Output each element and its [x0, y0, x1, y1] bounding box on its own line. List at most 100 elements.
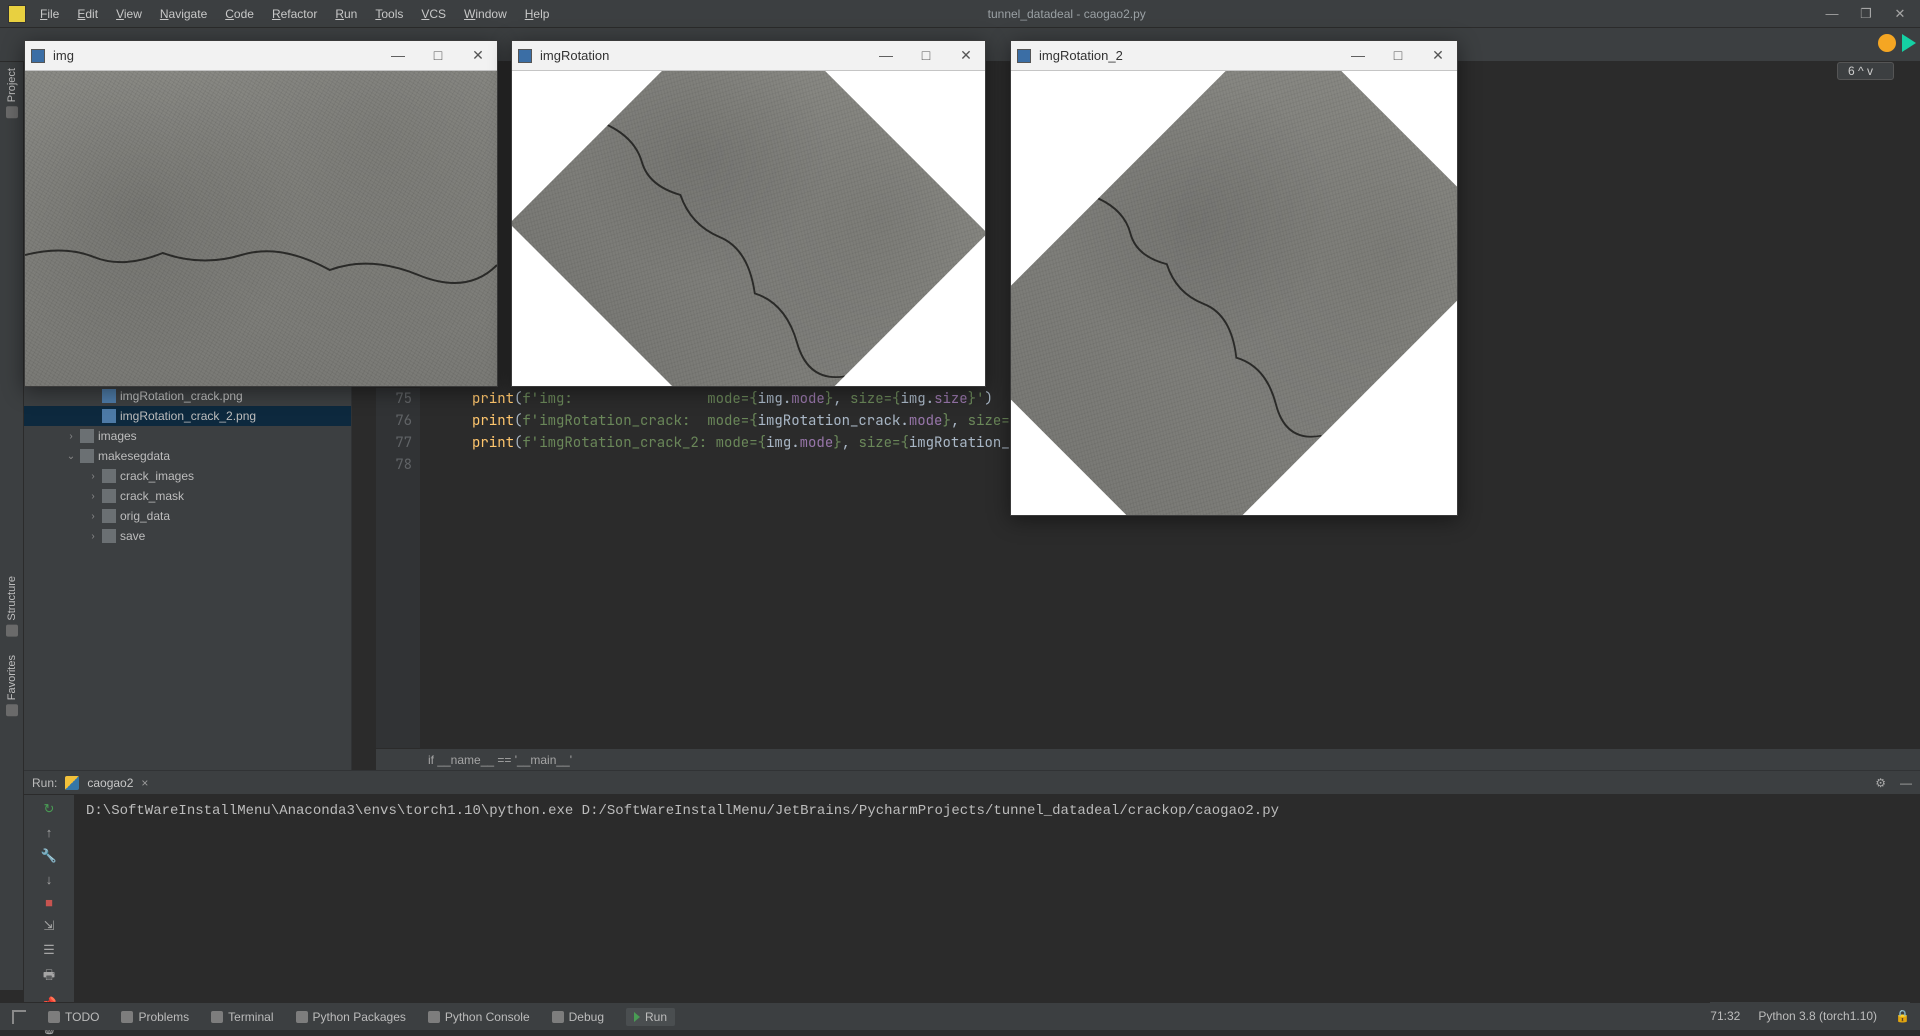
tree-item[interactable]: imgRotation_crack.png	[24, 386, 351, 406]
lock-icon[interactable]: 🔒	[1895, 1009, 1910, 1023]
chevron-icon[interactable]: ⌄	[66, 451, 76, 462]
maximize-button[interactable]: □	[913, 47, 939, 64]
tool-icon	[48, 1011, 60, 1023]
image-window[interactable]: img — □ ✕	[24, 40, 498, 387]
window-controls: — ❐ ✕	[1824, 7, 1920, 21]
menu-file[interactable]: File	[40, 7, 59, 21]
bottom-python-console[interactable]: Python Console	[428, 1008, 530, 1026]
tree-item[interactable]: imgRotation_crack_2.png	[24, 406, 351, 426]
minimize-button[interactable]: —	[1824, 7, 1840, 21]
image-content	[512, 71, 985, 386]
wrench-icon[interactable]: 🔧	[38, 848, 60, 864]
main-menu: File Edit View Navigate Code Refactor Run Tools…	[40, 7, 549, 21]
window-title: tunnel_datadeal - caogao2.py	[429, 7, 1704, 21]
tree-item[interactable]: ›orig_data	[24, 506, 351, 526]
run-tabs: Run: caogao2 × ⚙ —	[24, 771, 1920, 795]
bottom-terminal[interactable]: Terminal	[211, 1008, 273, 1026]
console-line: D:\SoftWareInstallMenu\Anaconda3\envs\to…	[86, 803, 1279, 819]
tool-icon	[552, 1011, 564, 1023]
menu-view[interactable]: View	[116, 7, 142, 21]
minimize-panel-icon[interactable]: —	[1900, 776, 1912, 790]
tool-structure[interactable]: Structure	[6, 576, 18, 637]
folder-icon	[80, 449, 94, 463]
tool-icon	[296, 1011, 308, 1023]
menu-navigate[interactable]: Navigate	[160, 7, 207, 21]
tree-label: imgRotation_crack_2.png	[120, 409, 256, 423]
folder-icon	[102, 509, 116, 523]
settings-icon[interactable]: ⚙	[1875, 776, 1886, 790]
menu-window[interactable]: Window	[464, 7, 507, 21]
menu-edit[interactable]: Edit	[77, 7, 98, 21]
menu-code[interactable]: Code	[225, 7, 254, 21]
folder-icon	[102, 469, 116, 483]
tool-window-icon[interactable]	[12, 1010, 26, 1024]
interpreter[interactable]: Python 3.8 (torch1.10)	[1758, 1009, 1877, 1023]
print-icon[interactable]: 🖶	[38, 966, 60, 988]
window-title-text: img	[53, 48, 74, 63]
minimize-button[interactable]: —	[1345, 47, 1371, 64]
stop-button[interactable]: ■	[38, 895, 60, 910]
image-window[interactable]: imgRotation_2 — □ ✕	[1010, 40, 1458, 516]
window-titlebar[interactable]: imgRotation_2 — □ ✕	[1011, 41, 1457, 71]
play-icon[interactable]	[1902, 34, 1916, 52]
close-button[interactable]: ✕	[1425, 47, 1451, 64]
chevron-icon[interactable]: ›	[88, 511, 98, 522]
tool-project[interactable]: Project	[6, 68, 18, 118]
window-titlebar[interactable]: img — □ ✕	[25, 41, 497, 71]
menu-bar: File Edit View Navigate Code Refactor Run Tools…	[0, 0, 1920, 28]
plugin-icon[interactable]	[1878, 34, 1896, 52]
window-title-text: imgRotation_2	[1039, 48, 1123, 63]
run-tab[interactable]: caogao2	[87, 776, 133, 790]
app-icon	[31, 49, 45, 63]
minimize-button[interactable]: —	[385, 47, 411, 64]
menu-refactor[interactable]: Refactor	[272, 7, 317, 21]
bottom-python-packages[interactable]: Python Packages	[296, 1008, 406, 1026]
tool-icon	[211, 1011, 223, 1023]
chevron-icon[interactable]: ›	[88, 531, 98, 542]
console-output[interactable]: D:\SoftWareInstallMenu\Anaconda3\envs\to…	[74, 795, 1920, 1003]
tree-item[interactable]: ›save	[24, 526, 351, 546]
maximize-button[interactable]: □	[425, 47, 451, 64]
chevron-icon[interactable]: ›	[66, 431, 76, 442]
structure-icon	[6, 625, 18, 637]
close-button[interactable]: ✕	[465, 47, 491, 64]
down-button[interactable]: ↓	[38, 872, 60, 887]
bottom-problems[interactable]: Problems	[121, 1008, 189, 1026]
close-button[interactable]: ✕	[1892, 7, 1908, 21]
bottom-toolbar: TODO Problems Terminal Python Packages Pytho…	[0, 1002, 1920, 1030]
folder-icon	[102, 489, 116, 503]
menu-vcs[interactable]: VCS	[421, 7, 446, 21]
window-title-text: imgRotation	[540, 48, 609, 63]
tree-item[interactable]: ⌄makesegdata	[24, 446, 351, 466]
tree-item[interactable]: ›images	[24, 426, 351, 446]
menu-run[interactable]: Run	[335, 7, 357, 21]
close-icon[interactable]: ×	[141, 776, 148, 790]
breadcrumb-text: if __name__ == '__main__'	[428, 753, 572, 767]
maximize-button[interactable]: ❐	[1858, 7, 1874, 21]
menu-tools[interactable]: Tools	[375, 7, 403, 21]
close-button[interactable]: ✕	[953, 47, 979, 64]
scroll-button[interactable]: ⇲	[38, 918, 60, 934]
tree-item[interactable]: ›crack_mask	[24, 486, 351, 506]
tree-item[interactable]: ›crack_images	[24, 466, 351, 486]
tree-label: imgRotation_crack.png	[120, 389, 243, 403]
menu-help[interactable]: Help	[525, 7, 550, 21]
maximize-button[interactable]: □	[1385, 47, 1411, 64]
window-titlebar[interactable]: imgRotation — □ ✕	[512, 41, 985, 71]
minimize-button[interactable]: —	[873, 47, 899, 64]
line-number: 78	[376, 454, 412, 476]
bottom-todo[interactable]: TODO	[48, 1008, 99, 1026]
app-icon	[8, 5, 26, 23]
inspection-pill[interactable]: 6 ^ v	[1837, 62, 1894, 80]
left-tool-strip: Project Structure Favorites	[0, 62, 24, 990]
chevron-icon[interactable]: ›	[88, 471, 98, 482]
chevron-icon[interactable]: ›	[88, 491, 98, 502]
rerun-button[interactable]: ↻	[38, 801, 60, 817]
bottom-run[interactable]: Run	[626, 1008, 675, 1026]
bottom-debug[interactable]: Debug	[552, 1008, 604, 1026]
tool-favorites[interactable]: Favorites	[6, 655, 18, 716]
run-label: Run:	[32, 776, 57, 790]
image-window[interactable]: imgRotation — □ ✕	[511, 40, 986, 387]
up-button[interactable]: ↑	[38, 825, 60, 840]
layout-icon[interactable]: ☰	[38, 942, 60, 958]
